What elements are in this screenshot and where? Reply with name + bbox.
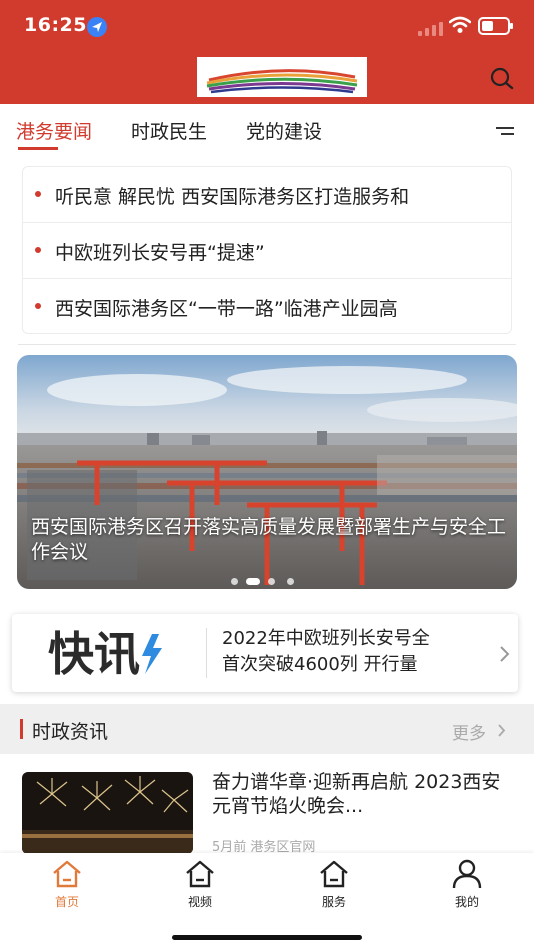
headline-text: 中欧班列长安号再“提速” [55,242,265,264]
flash-line: 首次突破4600列 开行量 [222,654,418,675]
flash-logo-text: 快讯 [48,627,140,680]
bullet-dot [35,191,41,197]
home-indicator [172,935,362,940]
app-logo [197,57,367,97]
chevron-right-icon[interactable] [497,723,506,738]
news-thumbnail [22,772,193,854]
flash-news-text: 2022年中欧班列长安号全 首次突破4600列 开行量 [222,626,478,678]
headline-text: 听民意 解民忧 西安国际港务区打造服务和 [55,186,410,208]
tab-port-news[interactable]: 港务要闻 [16,117,92,144]
headline-item[interactable]: 听民意 解民忧 西安国际港务区打造服务和 [23,167,511,223]
headline-text: 西安国际港务区“一带一路”临港产业园高 [55,298,398,320]
tab-label: 首页 [54,895,79,909]
banner-carousel[interactable]: 西安国际港务区召开落实高质量发展暨部署生产与安全工作会议 [17,355,517,589]
section-title: 时政资讯 [32,721,109,743]
category-tabs: 港务要闻 时政民生 党的建设 [0,104,534,154]
flash-news-logo: 快讯 [48,627,162,680]
battery-icon [478,17,513,35]
bullet-dot [35,303,41,309]
carousel-dot[interactable] [287,578,294,585]
app-header: 16:25 [0,0,534,104]
news-title: 奋力谱华章·迎新再启航 2023西安元宵节焰火晚会... [212,771,501,817]
chevron-right-icon [500,646,510,662]
headline-list: 听民意 解民忧 西安国际港务区打造服务和 中欧班列长安号再“提速” 西安国际港务… [22,166,512,334]
tab-politics[interactable]: 时政民生 [131,117,207,144]
home-icon [186,860,214,888]
headline-item[interactable]: 西安国际港务区“一带一路”临港产业园高 [23,279,511,333]
carousel-dot[interactable] [231,578,238,585]
more-link[interactable]: 更多 [452,719,486,744]
fireworks-image [22,772,193,854]
divider [206,628,207,678]
carousel-dot-active[interactable] [246,578,260,585]
news-list-item[interactable]: 奋力谱华章·迎新再启航 2023西安元宵节焰火晚会... 5月前 港务区官网 [0,766,534,855]
tab-service[interactable]: 服务 [294,857,374,913]
tab-party-building[interactable]: 党的建设 [246,117,322,144]
tab-label: 视频 [187,895,212,909]
port-logo-icon [206,69,358,94]
location-arrow-icon [87,17,107,37]
carousel-dots [17,576,517,586]
tab-label: 服务 [321,895,346,909]
home-icon [320,860,348,888]
flash-line: 2022年中欧班列长安号全 [222,628,430,649]
tab-mine[interactable]: 我的 [427,857,507,913]
tab-label: 我的 [454,895,479,909]
banner-caption: 西安国际港务区召开落实高质量发展暨部署生产与安全工作会议 [31,516,507,563]
person-icon [452,859,482,889]
carousel-dot[interactable] [268,578,275,585]
home-icon [53,860,81,888]
search-icon[interactable] [487,64,517,94]
divider [18,344,516,345]
section-header: 时政资讯 更多 [0,704,534,754]
status-time: 16:25 [24,14,87,36]
section-accent-bar [20,719,23,739]
flash-news-card[interactable]: 快讯 2022年中欧班列长安号全 首次突破4600列 开行量 [12,614,518,692]
tab-video[interactable]: 视频 [160,857,240,913]
wifi-icon [449,16,471,33]
active-tab-indicator [18,147,58,150]
headline-item[interactable]: 中欧班列长安号再“提速” [23,223,511,279]
tab-home[interactable]: 首页 [27,857,107,913]
bullet-dot [35,247,41,253]
cellular-signal-icon [418,22,443,36]
menu-icon[interactable] [494,120,516,140]
